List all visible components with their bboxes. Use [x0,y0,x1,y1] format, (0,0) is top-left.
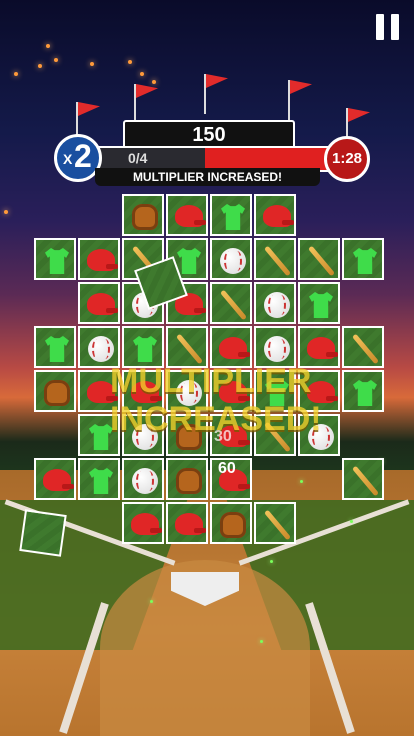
board-tile[interactable] [122,502,164,544]
board-tile[interactable] [254,238,296,280]
bat-icon [308,245,335,277]
board-tile[interactable] [298,238,340,280]
board-tile[interactable] [166,502,208,544]
red-helmet-icon [263,205,294,227]
glove-icon [132,204,158,230]
board-tile[interactable] [342,326,384,368]
green-jersey-icon [353,248,377,274]
baseball-icon [264,336,290,362]
board-tile[interactable] [254,282,296,324]
green-jersey-icon [353,380,377,406]
board-tile[interactable] [78,458,120,500]
flying-tile [19,509,67,557]
board-tile[interactable] [254,194,296,236]
glove-icon [220,512,246,538]
board-tile[interactable] [166,194,208,236]
bat-icon [220,289,247,321]
green-jersey-icon [133,336,157,362]
board-tile[interactable] [78,282,120,324]
red-helmet-icon [175,513,206,535]
glove-icon [176,468,202,494]
red-helmet-icon [307,337,338,359]
board-tile[interactable] [210,502,252,544]
baseball-icon [88,336,114,362]
green-jersey-icon [89,468,113,494]
board-tile[interactable] [210,194,252,236]
overlay-message: MULTIPLIER INCREASED! [110,362,322,438]
red-helmet-icon [43,469,74,491]
board-tile[interactable] [342,370,384,412]
board-tile[interactable] [166,458,208,500]
board-tile[interactable] [342,458,384,500]
green-jersey-icon [221,204,245,230]
green-jersey-icon [177,248,201,274]
bat-icon [352,333,379,365]
baseball-icon [220,248,246,274]
red-helmet-icon [87,249,118,271]
green-jersey-icon [45,248,69,274]
points-popup: 30 [214,428,232,445]
board-tile[interactable] [78,238,120,280]
bat-icon [176,333,203,365]
bat-icon [264,245,291,277]
board-tile[interactable] [298,282,340,324]
red-helmet-icon [87,293,118,315]
board-tile[interactable] [34,326,76,368]
red-helmet-icon [219,337,250,359]
baseball-icon [264,292,290,318]
overlay-line-1: MULTIPLIER [110,362,312,400]
board-tile[interactable] [342,238,384,280]
board-tile[interactable] [34,370,76,412]
board-tile[interactable] [34,458,76,500]
green-jersey-icon [309,292,333,318]
board-tile[interactable] [254,502,296,544]
bat-icon [264,509,291,541]
points-popup: 60 [218,460,236,477]
board-tile[interactable] [122,194,164,236]
green-jersey-icon [45,336,69,362]
overlay-line-2: INCREASED! [110,400,322,438]
baseball-icon [132,468,158,494]
red-helmet-icon [131,513,162,535]
board-tile[interactable] [210,238,252,280]
bat-icon [352,465,379,497]
board-tile[interactable] [34,238,76,280]
board-tile[interactable] [122,458,164,500]
board-tile[interactable] [210,282,252,324]
glove-icon [44,380,70,406]
red-helmet-icon [175,205,206,227]
